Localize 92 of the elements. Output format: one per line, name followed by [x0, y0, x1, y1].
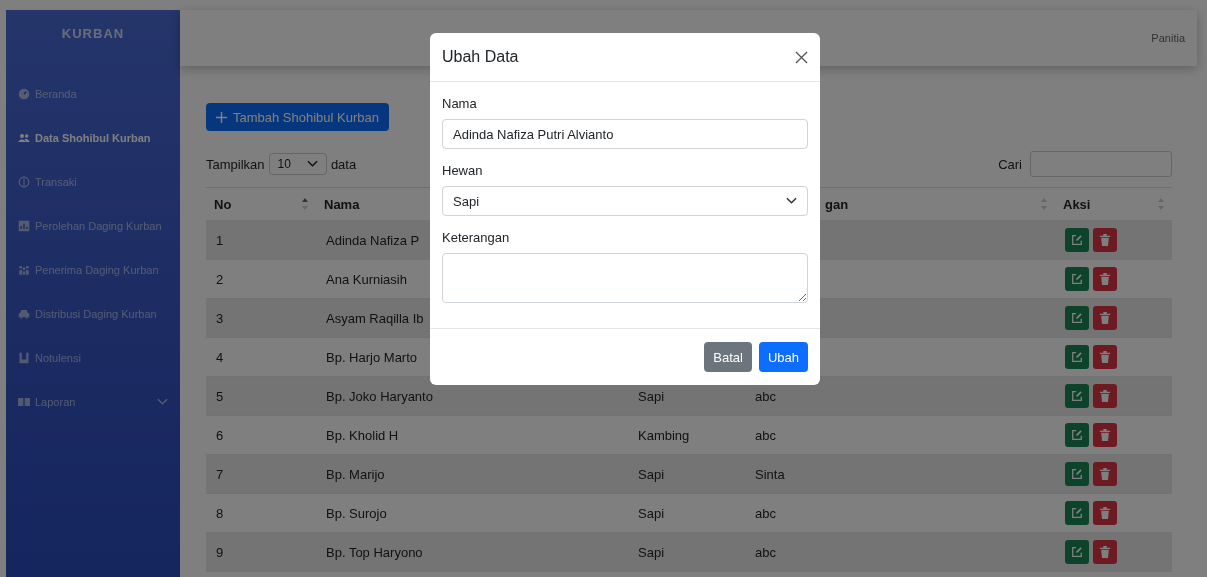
- column-header[interactable]: No: [214, 196, 232, 212]
- field-label: Nama: [442, 96, 478, 111]
- user-name[interactable]: Panitia: [1151, 32, 1185, 44]
- brand-title: KURBAN: [60, 26, 126, 43]
- trash-icon: [1099, 507, 1111, 519]
- table-cell: Bp. Marijo: [326, 466, 385, 482]
- sidebar-item[interactable]: Data Shohibul Kurban: [6, 116, 180, 160]
- table-cell: 4: [216, 349, 224, 365]
- chevron-icon: [306, 160, 318, 168]
- edit-button[interactable]: [1065, 384, 1089, 408]
- table-cell: Bp. Kholid H: [326, 427, 399, 443]
- table-cell: Ana Kurniasih: [326, 271, 407, 287]
- table-cell: 7: [216, 466, 224, 482]
- table-cell: Bp. Surojo: [326, 505, 387, 521]
- edit-button[interactable]: [1065, 501, 1089, 525]
- delete-button[interactable]: [1093, 540, 1117, 564]
- table-cell: Sapi: [638, 388, 665, 404]
- table-cell: Bp. Joko Haryanto: [326, 388, 433, 404]
- edit-icon: [1071, 507, 1083, 519]
- table-cell: abc: [755, 427, 776, 443]
- delete-button[interactable]: [1093, 384, 1117, 408]
- edit-button[interactable]: [1065, 306, 1089, 330]
- search-label: Cari: [998, 156, 1022, 172]
- field-label: Hewan: [442, 163, 484, 178]
- trash-icon: [1099, 429, 1111, 441]
- table-cell: Sapi: [638, 466, 665, 482]
- delete-button[interactable]: [1093, 501, 1117, 525]
- animal-select[interactable]: Sapi: [442, 186, 808, 216]
- table-cell: 3: [216, 310, 224, 326]
- edit-icon: [1071, 390, 1083, 402]
- table-cell: Kambing: [638, 427, 690, 443]
- edit-icon: [1071, 468, 1083, 480]
- field-label: Keterangan: [442, 230, 511, 245]
- length-label: data: [330, 156, 357, 172]
- page-length-select[interactable]: 10: [268, 153, 327, 175]
- add-button[interactable]: Tambah Shohibul Kurban: [206, 103, 389, 131]
- edit-button[interactable]: [1065, 267, 1089, 291]
- table-cell: Bp. Top Haryono: [326, 544, 423, 560]
- table-cell: Bp. Harjo Marto: [326, 349, 418, 365]
- edit-button[interactable]: [1065, 540, 1089, 564]
- delete-button[interactable]: [1093, 423, 1117, 447]
- plus-icon: [216, 111, 227, 123]
- name-field[interactable]: Adinda Nafiza Putri Alvianto: [442, 119, 808, 149]
- trash-icon: [1099, 468, 1111, 480]
- notes-field[interactable]: [442, 253, 808, 303]
- trash-icon: [1099, 312, 1111, 324]
- table-cell: abc: [755, 544, 776, 560]
- delete-button[interactable]: [1093, 228, 1117, 252]
- column-header[interactable]: gan: [825, 196, 849, 212]
- save-button[interactable]: Ubah: [758, 342, 808, 372]
- search-field[interactable]: [1030, 151, 1172, 177]
- table-cell: Sinta: [755, 466, 785, 482]
- close-icon[interactable]: [795, 50, 808, 64]
- delete-button[interactable]: [1093, 462, 1117, 486]
- delete-button[interactable]: [1093, 345, 1117, 369]
- cancel-button[interactable]: Batal: [704, 342, 752, 372]
- table-cell: Sapi: [638, 505, 665, 521]
- trash-icon: [1099, 234, 1111, 246]
- table-cell: 9: [216, 544, 224, 560]
- table-cell: 5: [216, 388, 224, 404]
- table-cell: 1: [216, 232, 224, 248]
- edit-icon: [1071, 429, 1083, 441]
- edit-icon: [1071, 273, 1083, 285]
- edit-button[interactable]: [1065, 345, 1089, 369]
- trash-icon: [1099, 351, 1111, 363]
- dialog-title: Ubah Data: [442, 48, 519, 66]
- chevron-icon: [786, 197, 797, 205]
- edit-icon: [1071, 234, 1083, 246]
- sort-icon[interactable]: [302, 198, 308, 210]
- edit-button[interactable]: [1065, 462, 1089, 486]
- edit-button[interactable]: [1065, 228, 1089, 252]
- trash-icon: [1099, 273, 1111, 285]
- table-cell: 6: [216, 427, 224, 443]
- delete-button[interactable]: [1093, 306, 1117, 330]
- length-label: Tampilkan: [206, 156, 265, 172]
- table-cell: Adinda Nafiza P: [326, 232, 420, 248]
- edit-icon: [1071, 546, 1083, 558]
- trash-icon: [1099, 546, 1111, 558]
- table-cell: abc: [755, 505, 776, 521]
- users-icon: [18, 132, 30, 144]
- table-cell: 8: [216, 505, 224, 521]
- edit-icon: [1071, 312, 1083, 324]
- column-header[interactable]: Aksi: [1063, 196, 1091, 212]
- edit-icon: [1071, 351, 1083, 363]
- trash-icon: [1099, 390, 1111, 402]
- table-cell: Sapi: [638, 544, 665, 560]
- table-cell: 2: [216, 271, 224, 287]
- column-header[interactable]: Nama: [324, 196, 360, 212]
- table-cell: abc: [755, 388, 776, 404]
- table-cell: Asyam Raqilla Ib: [326, 310, 424, 326]
- edit-button[interactable]: [1065, 423, 1089, 447]
- delete-button[interactable]: [1093, 267, 1117, 291]
